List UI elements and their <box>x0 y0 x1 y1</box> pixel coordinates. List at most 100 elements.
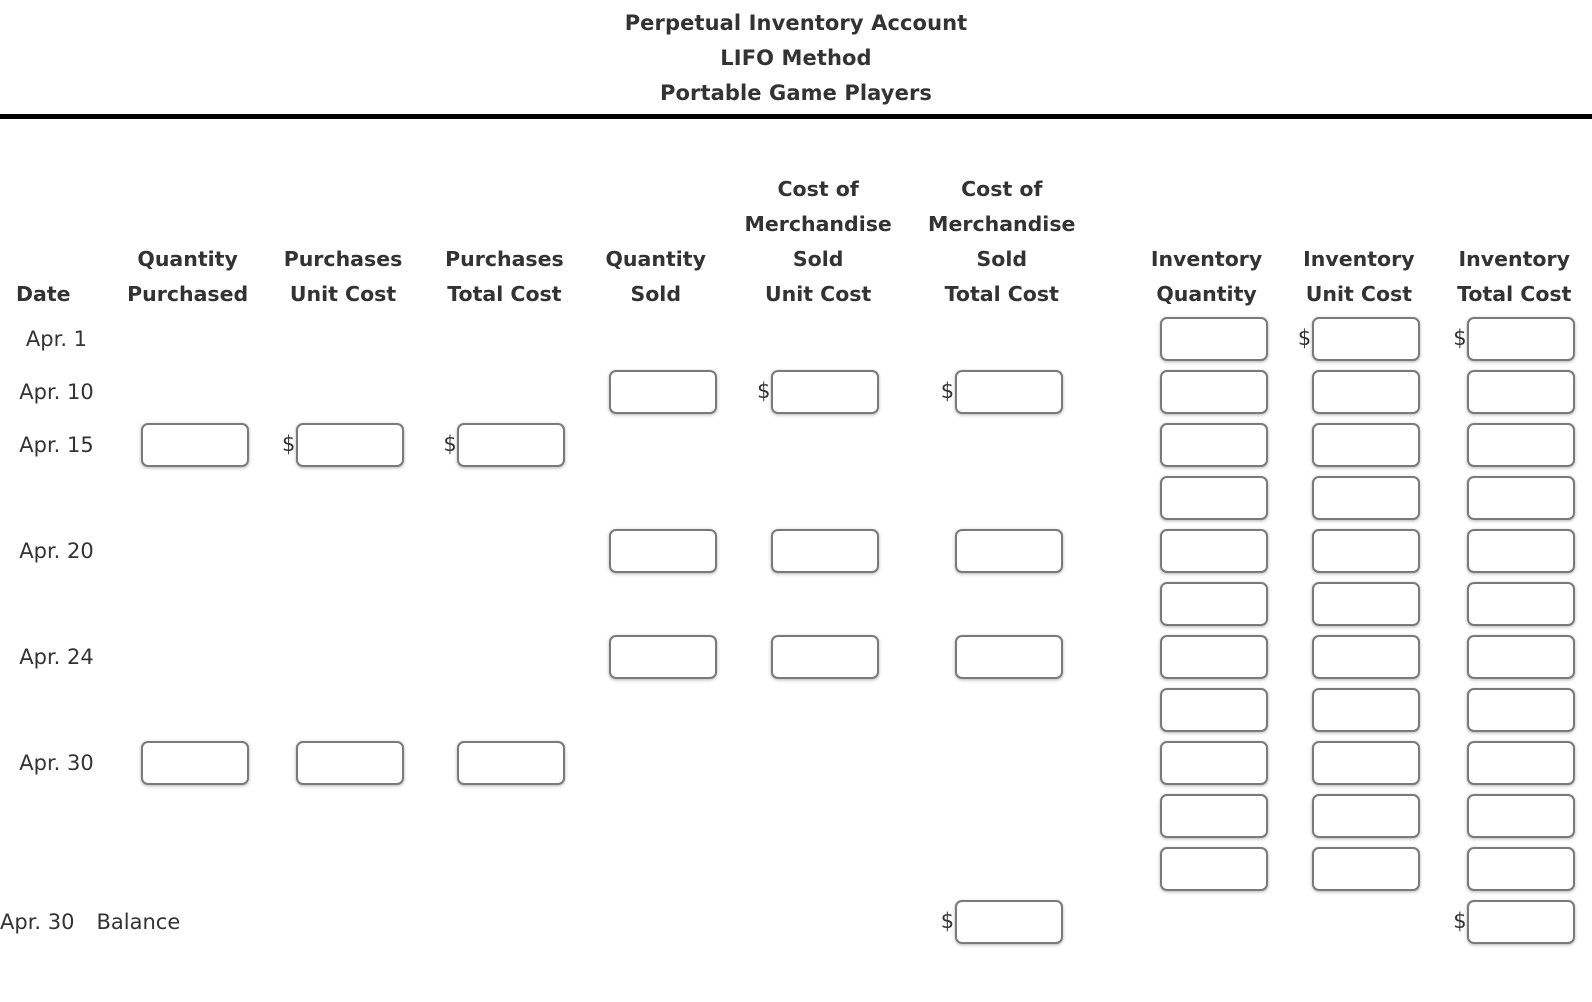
input-inventory-quantity-row-6[interactable] <box>1159 634 1268 679</box>
input-inventory-total-cost-row-2[interactable] <box>1467 422 1576 467</box>
input-inventory-quantity-row-9[interactable] <box>1159 793 1268 838</box>
input-cogs-unit-cost-row-6[interactable] <box>771 634 880 679</box>
input-cell-wrapper: $ <box>910 895 1094 948</box>
ptc-line-1: Purchases <box>445 247 564 271</box>
input-inventory-total-cost-row-0[interactable] <box>1467 316 1576 361</box>
input-inventory-quantity-row-0[interactable] <box>1159 316 1268 361</box>
input-inventory-unit-cost-row-9[interactable] <box>1311 793 1420 838</box>
input-inventory-unit-cost-row-0[interactable] <box>1311 316 1420 361</box>
input-cell-wrapper: $ <box>1132 736 1281 789</box>
input-inventory-total-cost-row-9[interactable] <box>1467 793 1576 838</box>
column-header-quantity-purchased: Quantity Purchased <box>113 172 262 312</box>
input-inventory-unit-cost-row-1[interactable] <box>1311 369 1420 414</box>
input-inventory-quantity-row-3[interactable] <box>1159 475 1268 520</box>
input-purchases-total-cost-row-2[interactable] <box>457 422 566 467</box>
input-cell-wrapper: $ <box>113 418 262 471</box>
column-header-cogs-total-cost: Cost of Merchandise Sold Total Cost <box>910 172 1094 312</box>
cell-inventory-total-cost: $ <box>1437 895 1592 948</box>
input-cell-wrapper: $ <box>726 524 910 577</box>
input-inventory-unit-cost-row-7[interactable] <box>1311 687 1420 732</box>
itc-line-1: Inventory <box>1458 247 1570 271</box>
row-date-cell: Apr. 24 <box>0 630 113 683</box>
input-cogs-unit-cost-row-4[interactable] <box>771 528 880 573</box>
input-inventory-total-cost-row-3[interactable] <box>1467 475 1576 520</box>
cell-inventory-unit-cost: $ <box>1281 736 1436 789</box>
input-purchases-unit-cost-row-8[interactable] <box>296 740 404 785</box>
input-inventory-total-cost-row-11[interactable] <box>1467 899 1576 944</box>
row-gap-cell <box>1094 471 1132 524</box>
cell-cogs-total-cost: $ <box>910 630 1094 683</box>
cogsuc-line-4: Unit Cost <box>764 282 872 306</box>
iq-line-1: Inventory <box>1150 247 1263 271</box>
input-inventory-unit-cost-row-3[interactable] <box>1311 475 1420 520</box>
row-gap-cell <box>1094 365 1132 418</box>
cell-quantity-sold <box>585 789 726 842</box>
input-inventory-total-cost-row-1[interactable] <box>1467 369 1576 414</box>
input-quantity-purchased-row-8[interactable] <box>140 740 249 785</box>
input-inventory-quantity-row-7[interactable] <box>1159 687 1268 732</box>
input-quantity-purchased-row-2[interactable] <box>140 422 249 467</box>
input-inventory-total-cost-row-6[interactable] <box>1467 634 1576 679</box>
input-cell-wrapper: $ <box>1281 577 1436 630</box>
input-inventory-quantity-row-8[interactable] <box>1159 740 1268 785</box>
input-cogs-unit-cost-row-1[interactable] <box>771 369 880 414</box>
row-date-cell: Apr. 1 <box>0 312 113 365</box>
input-cell-wrapper: $ <box>262 736 423 789</box>
row-date-cell <box>0 577 113 630</box>
input-quantity-sold-row-4[interactable] <box>608 528 717 573</box>
currency-symbol: $ <box>757 379 771 403</box>
cell-quantity-sold <box>585 683 726 736</box>
input-purchases-unit-cost-row-2[interactable] <box>296 422 404 467</box>
cell-inventory-total-cost: $ <box>1437 842 1592 895</box>
cell-purchases-unit-cost <box>262 471 423 524</box>
input-cell-wrapper: $ <box>1281 418 1436 471</box>
input-cogs-total-cost-row-11[interactable] <box>954 899 1063 944</box>
cell-purchases-unit-cost <box>262 577 423 630</box>
cell-purchases-total-cost <box>424 842 585 895</box>
input-inventory-quantity-row-4[interactable] <box>1159 528 1268 573</box>
input-inventory-unit-cost-row-5[interactable] <box>1311 581 1420 626</box>
cell-quantity-purchased <box>113 471 262 524</box>
row-gap-cell <box>1094 683 1132 736</box>
cell-purchases-total-cost <box>424 577 585 630</box>
input-inventory-unit-cost-row-2[interactable] <box>1311 422 1420 467</box>
input-cogs-total-cost-row-6[interactable] <box>954 634 1063 679</box>
input-inventory-unit-cost-row-6[interactable] <box>1311 634 1420 679</box>
table-row: Apr. 20$$$$$$ <box>0 524 1592 577</box>
cell-purchases-unit-cost <box>262 365 423 418</box>
input-cell-wrapper: $ <box>1437 577 1592 630</box>
input-inventory-quantity-row-1[interactable] <box>1159 369 1268 414</box>
input-inventory-quantity-row-2[interactable] <box>1159 422 1268 467</box>
table-row: Apr. 15$$$$$$ <box>0 418 1592 471</box>
row-date-cell: Apr. 30 Balance <box>0 895 180 948</box>
cell-inventory-quantity: $ <box>1132 736 1281 789</box>
row-gap-cell <box>1094 524 1132 577</box>
cell-purchases-unit-cost <box>262 895 423 948</box>
column-header-gap <box>1094 172 1132 312</box>
input-quantity-sold-row-1[interactable] <box>608 369 717 414</box>
cogstc-line-3: Sold <box>976 247 1028 271</box>
input-inventory-unit-cost-row-10[interactable] <box>1311 846 1420 891</box>
input-inventory-quantity-row-5[interactable] <box>1159 581 1268 626</box>
input-cell-wrapper: $ <box>1281 842 1436 895</box>
iuc-line-1: Inventory <box>1303 247 1415 271</box>
input-inventory-total-cost-row-8[interactable] <box>1467 740 1576 785</box>
input-inventory-total-cost-row-5[interactable] <box>1467 581 1576 626</box>
input-cogs-total-cost-row-1[interactable] <box>954 369 1063 414</box>
input-inventory-quantity-row-10[interactable] <box>1159 846 1268 891</box>
row-date-label: Apr. 30 <box>19 750 94 775</box>
input-cogs-total-cost-row-4[interactable] <box>954 528 1063 573</box>
input-inventory-total-cost-row-10[interactable] <box>1467 846 1576 891</box>
input-inventory-unit-cost-row-8[interactable] <box>1311 740 1420 785</box>
cell-inventory-total-cost: $ <box>1437 524 1592 577</box>
input-cell-wrapper: $ <box>1437 895 1592 948</box>
input-cell-wrapper: $ <box>1132 683 1281 736</box>
cell-quantity-sold: $ <box>585 524 726 577</box>
cell-inventory-unit-cost: $ <box>1281 418 1436 471</box>
cell-purchases-unit-cost <box>262 789 423 842</box>
input-inventory-total-cost-row-7[interactable] <box>1467 687 1576 732</box>
input-inventory-total-cost-row-4[interactable] <box>1467 528 1576 573</box>
input-inventory-unit-cost-row-4[interactable] <box>1311 528 1420 573</box>
input-purchases-total-cost-row-8[interactable] <box>457 740 566 785</box>
input-quantity-sold-row-6[interactable] <box>608 634 717 679</box>
